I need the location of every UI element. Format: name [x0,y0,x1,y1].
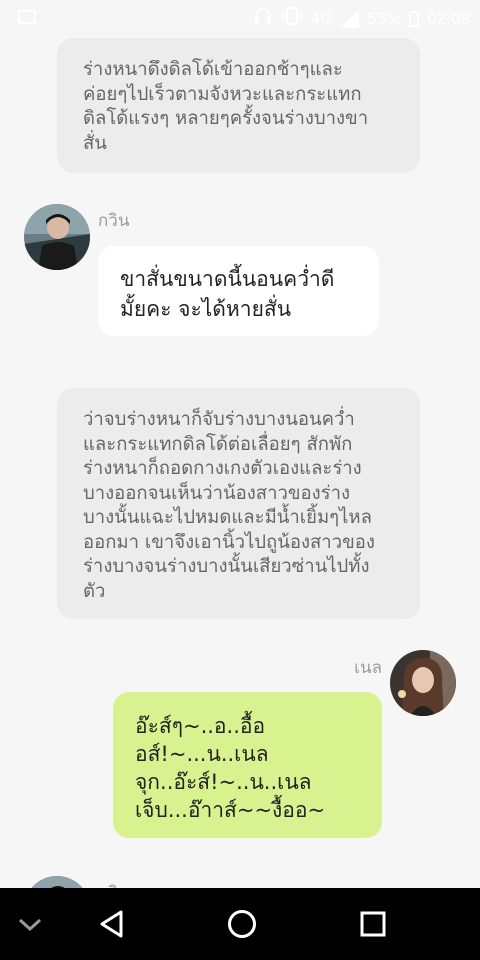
recents-square-icon [360,911,386,937]
navigation-bar [0,888,480,960]
narration-bubble: ว่าจบร่างหนาก็จับร่างบางนอนคว่ำ และกระแท… [57,388,420,619]
chevron-down-icon [18,918,42,932]
back-button[interactable] [72,888,152,960]
sender-name: เนล [354,658,382,678]
collapse-chevron-button[interactable] [0,888,70,960]
chat-thread[interactable]: ร่างหนาดึงดิลโด้เข้าออกช้าๆและ ค่อยๆไปเร… [0,0,480,888]
avatar-kawin[interactable] [24,204,90,270]
avatar-kawin[interactable] [24,876,90,888]
message-bubble-right[interactable]: อ๊ะส์ๆ~..อ..อื้อ อส์!~...น..เนล จุก..อ๊ะ… [113,692,382,838]
message-bubble-left[interactable]: ขาสั่นขนาดนี้นอนคว่ำดี มั้ยคะ จะได้หายสั… [98,246,379,336]
back-triangle-icon [100,910,123,938]
sender-name: กวิน [98,879,129,888]
narration-bubble: ร่างหนาดึงดิลโด้เข้าออกช้าๆและ ค่อยๆไปเร… [57,38,420,173]
avatar-nel[interactable] [390,650,456,716]
home-circle-icon [228,910,256,938]
recents-button[interactable] [333,888,413,960]
home-button[interactable] [202,888,282,960]
sender-name: กวิน [98,211,130,231]
